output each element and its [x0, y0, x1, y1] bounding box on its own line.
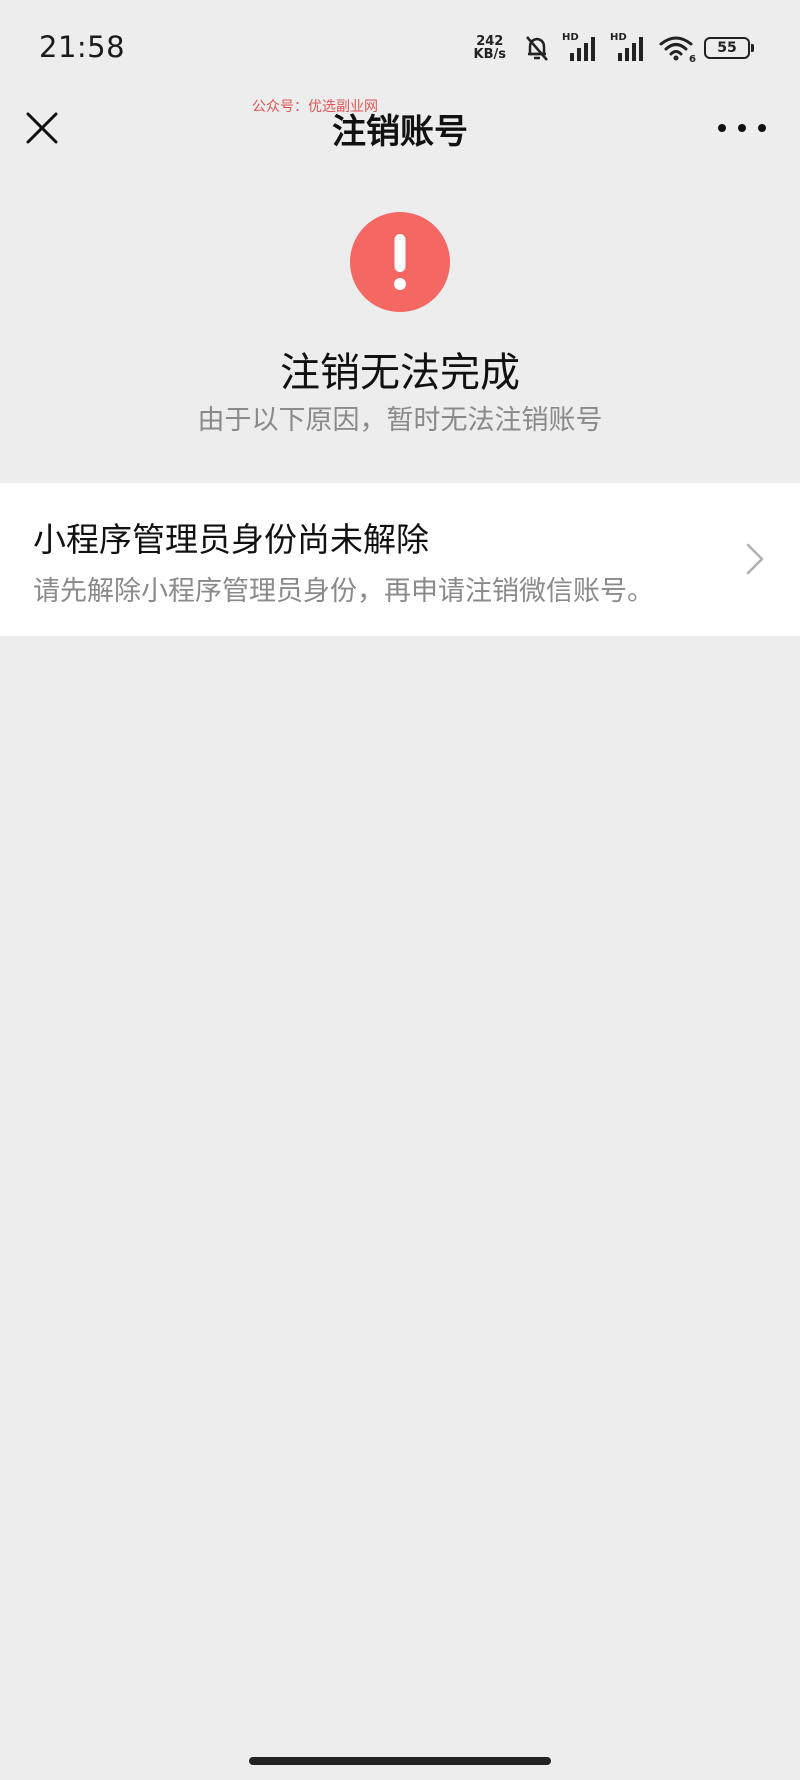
network-speed-unit: KB/s: [473, 47, 506, 62]
signal-sim2: HD: [610, 32, 648, 63]
signal-sim1: HD: [562, 32, 600, 63]
result-header: 注销无法完成 由于以下原因，暂时无法注销账号: [0, 172, 800, 482]
wifi-label: 6: [689, 54, 696, 65]
chevron-right-icon: [746, 543, 764, 575]
battery-level: 55: [717, 40, 737, 56]
warning-icon: [350, 212, 450, 312]
page-title: 注销账号: [332, 112, 468, 152]
result-subtitle: 由于以下原因，暂时无法注销账号: [197, 405, 603, 436]
status-time: 21:58: [39, 30, 126, 64]
more-dot-icon: [718, 124, 726, 132]
exclamation-icon: [394, 234, 406, 290]
status-bar: 21:58 242 KB/s HD HD 6 55: [0, 0, 800, 96]
signal-bars-icon: [570, 37, 595, 61]
network-speed: 242 KB/s: [474, 35, 506, 61]
reason-title: 小程序管理员身份尚未解除: [33, 520, 429, 559]
wifi-status: 6: [658, 33, 696, 65]
mute-bell-icon: [526, 36, 548, 61]
more-dot-icon: [758, 124, 766, 132]
reason-description: 请先解除小程序管理员身份，再申请注销微信账号。: [33, 576, 654, 607]
nav-bar: 公众号：优选副业网 注销账号: [0, 96, 800, 172]
reason-item[interactable]: 小程序管理员身份尚未解除 请先解除小程序管理员身份，再申请注销微信账号。: [0, 483, 800, 636]
status-icons: 242 KB/s HD HD 6 55: [474, 30, 754, 66]
screen: 21:58 242 KB/s HD HD 6 55 公众号：优选副业网 注销账号…: [0, 0, 800, 1780]
signal-bars-icon: [618, 37, 643, 61]
home-indicator[interactable]: [249, 1757, 551, 1765]
battery-icon: 55: [704, 37, 754, 59]
more-dot-icon: [738, 124, 746, 132]
result-title: 注销无法完成: [280, 350, 520, 396]
more-button[interactable]: [718, 116, 766, 140]
